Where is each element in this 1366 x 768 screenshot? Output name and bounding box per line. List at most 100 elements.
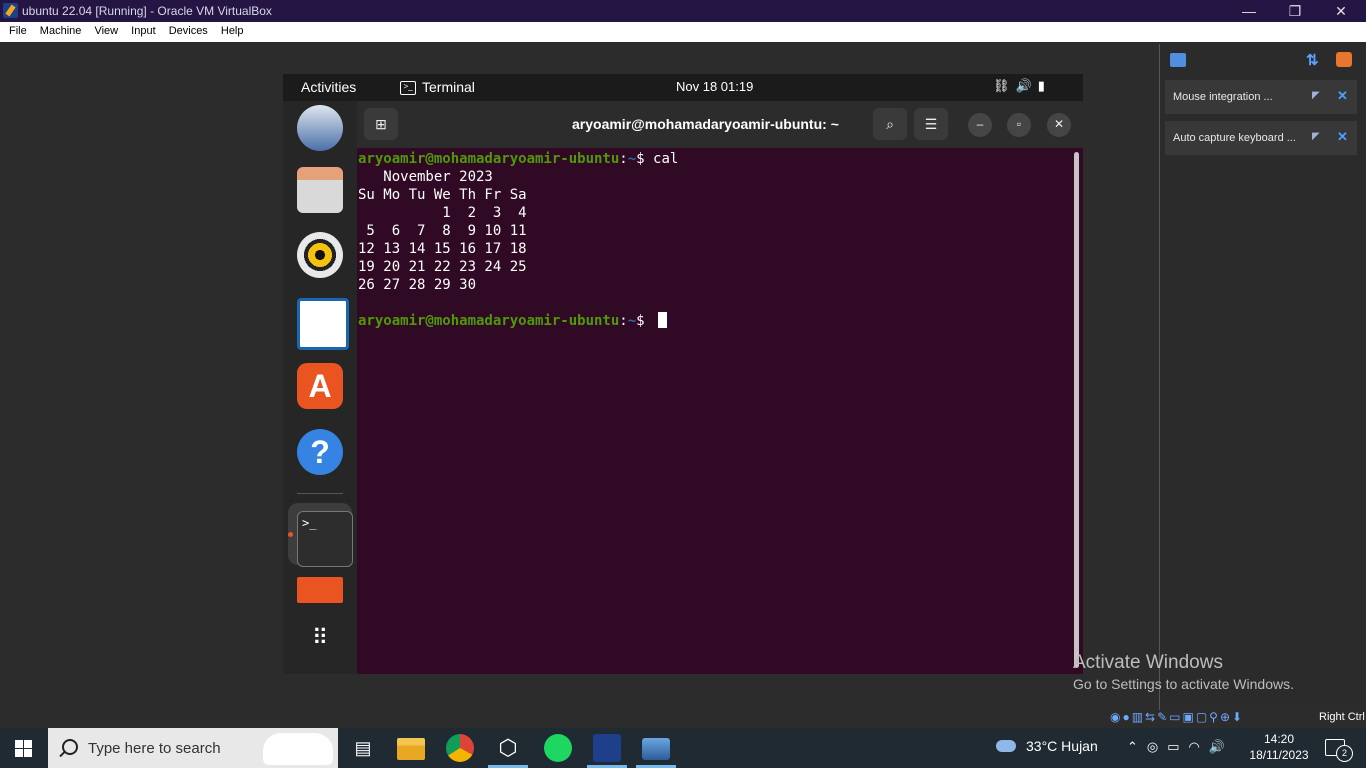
- network-icon: ⛓: [993, 78, 1016, 93]
- menu-help[interactable]: Help: [212, 22, 244, 37]
- system-tray[interactable]: ⛓🔊▮: [993, 78, 1051, 94]
- prompt-path: ~: [627, 313, 637, 329]
- menu-view[interactable]: View: [85, 22, 118, 37]
- text-cursor: [658, 312, 668, 328]
- host-key-label: Right Ctrl: [1319, 711, 1365, 723]
- windows-start-button[interactable]: [15, 740, 32, 757]
- terminal-content[interactable]: aryoamir@mohamadaryoamir-ubuntu:~$ cal N…: [357, 148, 1083, 674]
- sort-icon[interactable]: ⇅: [1306, 51, 1319, 69]
- prompt-end: $: [636, 151, 654, 167]
- software-updater-icon[interactable]: [297, 577, 343, 603]
- volume-icon: 🔊: [1015, 78, 1038, 93]
- terminal-header-bar: ⊞ aryoamir@mohamadaryoamir-ubuntu: ~ ⌕ ☰…: [357, 101, 1083, 148]
- search-button[interactable]: ⌕: [873, 108, 907, 140]
- notification-badge: 2: [1336, 745, 1353, 762]
- prompt-end: $: [636, 313, 654, 329]
- clock-date: 18/11/2023: [1249, 748, 1309, 762]
- dismiss-icon[interactable]: ✕: [1337, 129, 1348, 145]
- location-icon[interactable]: ◎: [1147, 739, 1167, 754]
- vscode-icon[interactable]: ⬡: [494, 734, 522, 762]
- notification-mouse-integration[interactable]: Mouse integration ... ◤ ✕: [1165, 80, 1357, 114]
- chevron-up-icon[interactable]: ⌃: [1127, 739, 1147, 754]
- watermark-title: Activate Windows: [1073, 652, 1223, 673]
- battery-icon[interactable]: ▭: [1167, 739, 1188, 754]
- activate-windows-watermark: Activate Windows Go to Settings to activ…: [1073, 652, 1294, 692]
- taskbar-clock[interactable]: 14:20 18/11/2023: [1248, 731, 1310, 763]
- app-menu[interactable]: Terminal: [422, 79, 475, 95]
- taskbar-search-box[interactable]: Type here to search: [48, 728, 338, 768]
- terminal-scrollbar[interactable]: [1074, 152, 1079, 668]
- app-center-icon[interactable]: A: [297, 363, 343, 409]
- volume-icon[interactable]: 🔊: [1209, 739, 1234, 754]
- notification-auto-capture[interactable]: Auto capture keyboard ... ◤ ✕: [1165, 121, 1357, 155]
- virtualbox-icon: [3, 3, 18, 18]
- dock-separator: [297, 493, 343, 494]
- windows-taskbar: Type here to search ▤ ⬡ 33°C Hujan ⌃◎▭◠🔊…: [0, 728, 1366, 768]
- menu-input[interactable]: Input: [122, 22, 155, 37]
- menu-machine[interactable]: Machine: [31, 22, 82, 37]
- menu-devices[interactable]: Devices: [160, 22, 208, 37]
- rhythmbox-icon[interactable]: [297, 232, 343, 278]
- action-center-icon[interactable]: 2: [1325, 739, 1353, 762]
- prompt-path: ~: [627, 151, 637, 167]
- window-title: ubuntu 22.04 [Running] - Oracle VM Virtu…: [22, 4, 272, 18]
- vbox-notification-panel: ⇅ Mouse integration ... ◤ ✕ Auto capture…: [1159, 44, 1366, 710]
- notification-text: Mouse integration ...: [1173, 91, 1273, 103]
- running-indicator: [288, 532, 293, 537]
- terminal-title: aryoamir@mohamadaryoamir-ubuntu: ~: [572, 116, 839, 132]
- cal-output: November 2023 Su Mo Tu We Th Fr Sa 1 2 3…: [358, 169, 527, 293]
- vbox-device-icons[interactable]: ◉●▥⇆✎▭▣▢⚲⊕⬇: [1110, 710, 1244, 724]
- virtualbox-taskbar-icon[interactable]: [593, 734, 621, 762]
- command-text: cal: [653, 151, 679, 167]
- prompt-user: aryoamir@mohamadaryoamir-ubuntu: [358, 313, 620, 329]
- search-highlight-image: [263, 733, 333, 765]
- files-icon[interactable]: [297, 167, 343, 213]
- show-apps-icon[interactable]: ⠿: [297, 615, 343, 661]
- libreoffice-writer-icon[interactable]: [297, 298, 349, 350]
- close-window-button[interactable]: ✕: [1047, 113, 1071, 137]
- vbox-menu-bar: File Machine View Input Devices Help: [0, 22, 1366, 42]
- notification-center-icon[interactable]: [1170, 53, 1186, 67]
- task-view-icon[interactable]: ▤: [349, 734, 377, 762]
- gnome-top-bar: Activities >_ Terminal Nov 18 01:19 ⛓🔊▮: [283, 74, 1083, 101]
- thunderbird-icon[interactable]: [297, 105, 343, 151]
- terminal-icon[interactable]: >_: [297, 511, 353, 567]
- details-icon[interactable]: ◤: [1312, 90, 1320, 101]
- vbox-status-bar: ◉●▥⇆✎▭▣▢⚲⊕⬇ Right Ctrl: [1108, 709, 1366, 727]
- search-placeholder: Type here to search: [88, 740, 221, 757]
- menu-button[interactable]: ☰: [914, 108, 948, 140]
- system-tray[interactable]: ⌃◎▭◠🔊: [1127, 739, 1234, 755]
- battery-icon: ▮: [1037, 78, 1051, 93]
- ubuntu-dock: A ? >_ ⠿: [283, 101, 357, 674]
- vm-display[interactable]: Activities >_ Terminal Nov 18 01:19 ⛓🔊▮ …: [283, 74, 1083, 674]
- help-icon[interactable]: ?: [297, 429, 343, 475]
- details-icon[interactable]: ◤: [1312, 131, 1320, 142]
- rain-cloud-icon: [996, 740, 1016, 752]
- clock-time: 14:20: [1263, 732, 1295, 746]
- prompt-user: aryoamir@mohamadaryoamir-ubuntu: [358, 151, 620, 167]
- prompt-sep: :: [619, 151, 628, 167]
- close-button[interactable]: ✕: [1318, 0, 1364, 22]
- prompt-sep: :: [619, 313, 628, 329]
- spotify-icon[interactable]: [544, 734, 572, 762]
- chrome-icon[interactable]: [446, 734, 474, 762]
- minimize-button[interactable]: —: [1226, 0, 1272, 22]
- vbox-title-bar[interactable]: ubuntu 22.04 [Running] - Oracle VM Virtu…: [0, 0, 1366, 22]
- new-tab-button[interactable]: ⊞: [364, 108, 398, 140]
- weather-widget[interactable]: 33°C Hujan: [996, 738, 1098, 754]
- activities-button[interactable]: Activities: [301, 79, 356, 95]
- dismiss-icon[interactable]: ✕: [1337, 88, 1348, 104]
- search-icon: [62, 739, 78, 755]
- restore-button[interactable]: ❐: [1272, 0, 1318, 22]
- clear-all-icon[interactable]: [1336, 52, 1352, 67]
- menu-file[interactable]: File: [0, 22, 27, 37]
- minimize-window-button[interactable]: –: [968, 113, 992, 137]
- weather-text: 33°C Hujan: [1026, 738, 1098, 754]
- maximize-window-button[interactable]: ▫: [1007, 113, 1031, 137]
- file-explorer-icon[interactable]: [397, 738, 425, 760]
- notification-text: Auto capture keyboard ...: [1173, 132, 1296, 144]
- wifi-icon[interactable]: ◠: [1189, 739, 1209, 754]
- vm-window-icon[interactable]: [642, 738, 670, 760]
- gnome-clock[interactable]: Nov 18 01:19: [676, 79, 753, 94]
- watermark-subtitle: Go to Settings to activate Windows.: [1073, 676, 1294, 692]
